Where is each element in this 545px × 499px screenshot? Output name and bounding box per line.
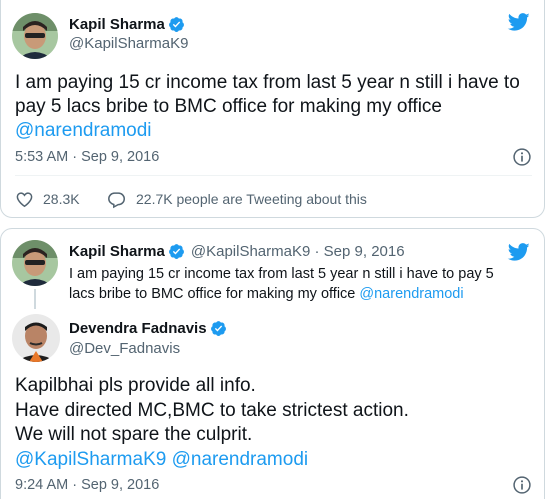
info-icon[interactable] — [512, 475, 532, 495]
author-row: Kapil Sharma — [69, 14, 185, 34]
quoted-author-name[interactable]: Kapil Sharma — [69, 243, 165, 260]
reply-bubble-icon — [108, 191, 126, 208]
mention-link[interactable]: @KapilSharmaK9 — [15, 449, 166, 470]
tweet-text-line: pay 5 lacs bribe to BMC office for makin… — [15, 96, 442, 117]
twitter-bird-icon[interactable] — [506, 11, 532, 33]
reply-tweet-text: Kapilbhai pls provide all info. Have dir… — [15, 374, 535, 472]
thread-connector — [34, 289, 36, 309]
quoted-text-line: I am paying 15 cr income tax from last 5… — [69, 266, 494, 282]
divider — [15, 175, 532, 176]
reply-text-line: Have directed MC,BMC to take strictest a… — [15, 399, 409, 421]
reply-tweet-card[interactable]: Kapil Sharma @KapilSharmaK9 · Sep 9, 201… — [0, 228, 545, 499]
tweet-card[interactable]: Kapil Sharma @KapilSharmaK9 I am paying … — [0, 0, 545, 218]
quoted-author-row: Kapil Sharma @KapilSharmaK9 · Sep 9, 201… — [69, 241, 405, 261]
mention-link[interactable]: @narendramodi — [15, 119, 535, 143]
reply-author-name[interactable]: Devendra Fadnavis — [69, 320, 207, 337]
quoted-text-line-2: lacs bribe to BMC office for making my o… — [69, 284, 539, 304]
tweet-timestamp[interactable]: 5:53 AM · Sep 9, 2016 — [15, 149, 159, 165]
quoted-avatar[interactable] — [12, 240, 58, 286]
quoted-author-handle[interactable]: @KapilSharmaK9 · Sep 9, 2016 — [191, 243, 405, 260]
reply-avatar[interactable] — [12, 314, 60, 362]
heart-icon — [16, 191, 33, 207]
reply-timestamp[interactable]: 9:24 AM · Sep 9, 2016 — [15, 477, 159, 493]
reply-author-row: Devendra Fadnavis — [69, 318, 227, 338]
verified-badge-icon — [210, 320, 226, 336]
tweet-text: I am paying 15 cr income tax from last 5… — [15, 71, 535, 143]
twitter-bird-icon[interactable] — [506, 241, 532, 263]
quoted-tweet-text: I am paying 15 cr income tax from last 5… — [69, 264, 539, 304]
tweeting-count: 22.7K people are Tweeting about this — [136, 191, 367, 207]
reply-text-line: Kapilbhai pls provide all info. — [15, 375, 256, 396]
reply-action[interactable]: 22.7K people are Tweeting about this — [107, 189, 367, 209]
tweet-text-line: I am paying 15 cr income tax from last 5… — [15, 72, 520, 93]
author-handle[interactable]: @KapilSharmaK9 — [69, 35, 188, 52]
reply-text-line: We will not spare the culprit. — [15, 424, 253, 445]
avatar[interactable] — [12, 13, 58, 59]
mention-link[interactable]: @narendramodi — [359, 286, 463, 302]
info-icon[interactable] — [512, 147, 532, 167]
mention-link[interactable]: @narendramodi — [172, 449, 309, 470]
author-name[interactable]: Kapil Sharma — [69, 16, 165, 33]
like-count: 28.3K — [43, 191, 80, 207]
reply-mentions: @KapilSharmaK9 @narendramodi — [15, 448, 535, 473]
like-action[interactable]: 28.3K — [15, 189, 80, 209]
quoted-text-line: lacs bribe to BMC office for making my o… — [69, 286, 360, 302]
verified-badge-icon — [168, 243, 184, 259]
reply-author-handle[interactable]: @Dev_Fadnavis — [69, 340, 180, 357]
verified-badge-icon — [168, 16, 184, 32]
